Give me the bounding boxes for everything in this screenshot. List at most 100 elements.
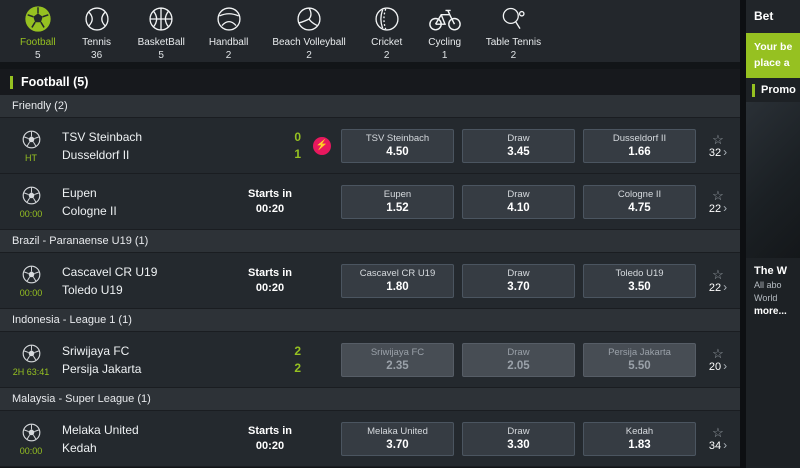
match-teams[interactable]: Eupen Cologne II <box>62 186 233 218</box>
tab-cricket[interactable]: Cricket 2 <box>358 0 416 63</box>
promo-more-link[interactable]: more... <box>754 306 800 317</box>
odds-button-draw[interactable]: Draw 3.45 <box>462 129 575 163</box>
odds-label: Eupen <box>384 189 411 200</box>
match-time: 00:00 <box>20 288 43 298</box>
tab-handball[interactable]: Handball 2 <box>197 0 260 63</box>
odds-button-home[interactable]: Eupen 1.52 <box>341 185 454 219</box>
home-score: 2 <box>294 344 301 358</box>
odds-label: Melaka United <box>367 426 428 437</box>
league-header[interactable]: Indonesia - League 1 (1) <box>0 309 740 332</box>
match-sport-cell: 00:00 <box>0 422 62 456</box>
odds-button-away[interactable]: Dusseldorf II 1.66 <box>583 129 696 163</box>
more-markets-cell: ☆ 32 › <box>696 133 740 159</box>
away-team: Cologne II <box>62 204 233 218</box>
markets-link[interactable]: 22 › <box>709 282 727 294</box>
page-title: Football (5) <box>21 75 88 89</box>
odds-button-draw: Draw 2.05 <box>462 343 575 377</box>
match-row: 00:00 Eupen Cologne II Starts in 00:20 E… <box>0 174 740 230</box>
tab-count: 2 <box>384 50 390 61</box>
favorite-star-icon[interactable]: ☆ <box>712 133 724 146</box>
odds-button-away[interactable]: Toledo U19 3.50 <box>583 264 696 298</box>
odds-group: TSV Steinbach 4.50 Draw 3.45 Dusseldorf … <box>341 129 696 163</box>
page-title-bar: Football (5) <box>0 69 740 95</box>
odds-label: Draw <box>507 268 529 279</box>
odds-value: 3.70 <box>507 281 529 293</box>
match-row: 2H 63:41 Sriwijaya FC Persija Jakarta 2 … <box>0 332 740 388</box>
betslip-empty-line: Your be <box>754 41 800 53</box>
odds-group: Melaka United 3.70 Draw 3.30 Kedah 1.83 <box>341 422 696 456</box>
chevron-right-icon: › <box>723 361 727 372</box>
odds-button-away[interactable]: Kedah 1.83 <box>583 422 696 456</box>
cycling-icon <box>428 4 462 34</box>
tab-label: Football <box>20 37 56 48</box>
away-score: 2 <box>294 361 301 375</box>
tab-football[interactable]: Football 5 <box>8 0 68 63</box>
away-team: Kedah <box>62 441 233 455</box>
league-header[interactable]: Brazil - Paranaense U19 (1) <box>0 230 740 253</box>
betslip-empty-notice: Your be place a <box>746 33 800 78</box>
tab-cycling[interactable]: Cycling 1 <box>416 0 474 63</box>
sports-tab-bar: Football 5 Tennis 36 <box>0 0 740 62</box>
betslip-title: Bet <box>746 0 800 33</box>
promo-text-block: The W All abo World more... <box>746 258 800 317</box>
odds-label: Kedah <box>626 426 653 437</box>
tab-label: BasketBall <box>138 37 185 48</box>
odds-button-away: Persija Jakarta 5.50 <box>583 343 696 377</box>
boost-cell: ⚡ <box>307 137 337 155</box>
odds-button-draw[interactable]: Draw 4.10 <box>462 185 575 219</box>
accent-bar <box>752 84 755 97</box>
match-time: HT <box>25 153 37 163</box>
favorite-star-icon[interactable]: ☆ <box>712 268 724 281</box>
tab-label: Cycling <box>428 37 461 48</box>
markets-link[interactable]: 32 › <box>709 147 727 159</box>
home-team: Sriwijaya FC <box>62 344 233 358</box>
match-teams[interactable]: Melaka United Kedah <box>62 423 233 455</box>
tab-tennis[interactable]: Tennis 36 <box>68 0 126 63</box>
markets-link[interactable]: 34 › <box>709 440 727 452</box>
match-score: 2 2 <box>233 344 307 375</box>
league-header[interactable]: Friendly (2) <box>0 95 740 118</box>
odds-label: Cascavel CR U19 <box>360 268 436 279</box>
odds-group: Eupen 1.52 Draw 4.10 Cologne II 4.75 <box>341 185 696 219</box>
odds-button-home[interactable]: Melaka United 3.70 <box>341 422 454 456</box>
favorite-star-icon[interactable]: ☆ <box>712 426 724 439</box>
home-score: 0 <box>294 130 301 144</box>
odds-button-home: Sriwijaya FC 2.35 <box>341 343 454 377</box>
home-team: TSV Steinbach <box>62 130 233 144</box>
match-sport-cell: 2H 63:41 <box>0 343 62 377</box>
tab-beach-volleyball[interactable]: Beach Volleyball 2 <box>260 0 357 63</box>
promo-image[interactable] <box>746 102 800 258</box>
favorite-star-icon[interactable]: ☆ <box>712 189 724 202</box>
markets-link[interactable]: 22 › <box>709 203 727 215</box>
odds-label: Sriwijaya FC <box>371 347 424 358</box>
odds-button-home[interactable]: Cascavel CR U19 1.80 <box>341 264 454 298</box>
match-teams[interactable]: Sriwijaya FC Persija Jakarta <box>62 344 233 376</box>
odds-label: Draw <box>507 347 529 358</box>
tab-count: 2 <box>511 50 517 61</box>
markets-link[interactable]: 20 › <box>709 361 727 373</box>
odds-value: 1.66 <box>628 146 650 158</box>
match-teams[interactable]: TSV Steinbach Dusseldorf II <box>62 130 233 162</box>
tab-table-tennis[interactable]: Table Tennis 2 <box>474 0 553 63</box>
odds-label: Cologne II <box>618 189 661 200</box>
favorite-star-icon[interactable]: ☆ <box>712 347 724 360</box>
league-header[interactable]: Malaysia - Super League (1) <box>0 388 740 411</box>
match-teams[interactable]: Cascavel CR U19 Toledo U19 <box>62 265 233 297</box>
odds-button-draw[interactable]: Draw 3.30 <box>462 422 575 456</box>
match-sport-cell: HT <box>0 129 62 163</box>
football-icon <box>23 4 53 34</box>
promotions-title: Promo <box>761 84 796 96</box>
odds-button-away[interactable]: Cologne II 4.75 <box>583 185 696 219</box>
markets-count: 22 <box>709 203 721 215</box>
odds-button-draw[interactable]: Draw 3.70 <box>462 264 575 298</box>
markets-count: 32 <box>709 147 721 159</box>
football-icon <box>21 264 42 285</box>
betslip-empty-line: place a <box>754 57 800 69</box>
markets-count: 22 <box>709 282 721 294</box>
tab-basketball[interactable]: BasketBall 5 <box>126 0 197 63</box>
tab-label: Tennis <box>82 37 111 48</box>
odds-group: Sriwijaya FC 2.35 Draw 2.05 Persija Jaka… <box>341 343 696 377</box>
home-team: Cascavel CR U19 <box>62 265 233 279</box>
main-area: Football 5 Tennis 36 <box>0 0 740 468</box>
odds-button-home[interactable]: TSV Steinbach 4.50 <box>341 129 454 163</box>
